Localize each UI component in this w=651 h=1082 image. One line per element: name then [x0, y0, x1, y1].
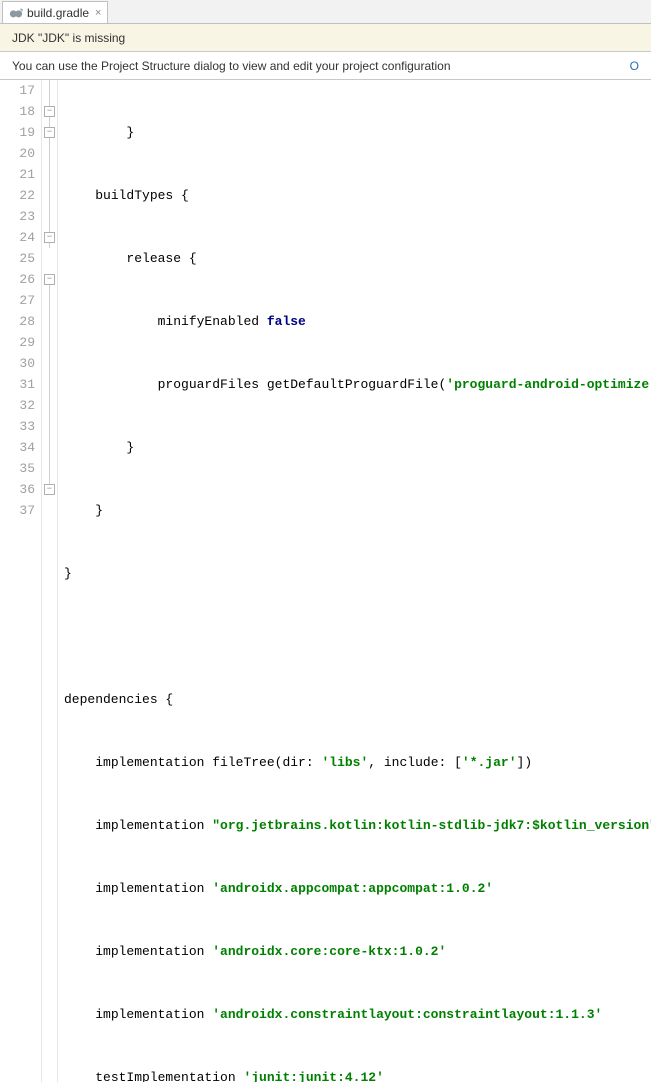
warning-text: JDK "JDK" is missing: [12, 31, 125, 45]
fold-column: − − − − −: [42, 80, 58, 1082]
line-num: 26: [0, 269, 35, 290]
fold-toggle[interactable]: −: [44, 127, 55, 138]
line-num: 24: [0, 227, 35, 248]
line-num: 36: [0, 479, 35, 500]
line-num: 33: [0, 416, 35, 437]
line-num: 30: [0, 353, 35, 374]
info-bar: You can use the Project Structure dialog…: [0, 52, 651, 80]
file-tab[interactable]: build.gradle ×: [2, 1, 108, 23]
fold-toggle[interactable]: −: [44, 484, 55, 495]
line-num: 17: [0, 80, 35, 101]
line-num: 28: [0, 311, 35, 332]
line-num: 35: [0, 458, 35, 479]
fold-toggle[interactable]: −: [44, 232, 55, 243]
gradle-icon: [9, 6, 23, 20]
line-gutter: 17 18 19 20 21 22 23 24 25 26 27 28 29 3…: [0, 80, 42, 1082]
line-num: 29: [0, 332, 35, 353]
line-num: 21: [0, 164, 35, 185]
line-num: 23: [0, 206, 35, 227]
tab-bar: build.gradle ×: [0, 0, 651, 24]
line-num: 27: [0, 290, 35, 311]
fold-toggle[interactable]: −: [44, 106, 55, 117]
line-num: 34: [0, 437, 35, 458]
code-editor[interactable]: 17 18 19 20 21 22 23 24 25 26 27 28 29 3…: [0, 80, 651, 1082]
close-icon[interactable]: ×: [95, 7, 101, 19]
tab-label: build.gradle: [27, 6, 89, 20]
line-num: 20: [0, 143, 35, 164]
line-num: 18: [0, 101, 35, 122]
fold-toggle[interactable]: −: [44, 274, 55, 285]
code-area[interactable]: } buildTypes { release { minifyEnabled f…: [58, 80, 651, 1082]
line-num: 32: [0, 395, 35, 416]
info-action-link[interactable]: O: [630, 59, 639, 73]
info-text: You can use the Project Structure dialog…: [12, 59, 451, 73]
fold-guide: [49, 285, 50, 495]
line-num: 37: [0, 500, 35, 521]
warning-bar: JDK "JDK" is missing: [0, 24, 651, 52]
line-num: 19: [0, 122, 35, 143]
line-num: 25: [0, 248, 35, 269]
line-num: 22: [0, 185, 35, 206]
line-num: 31: [0, 374, 35, 395]
